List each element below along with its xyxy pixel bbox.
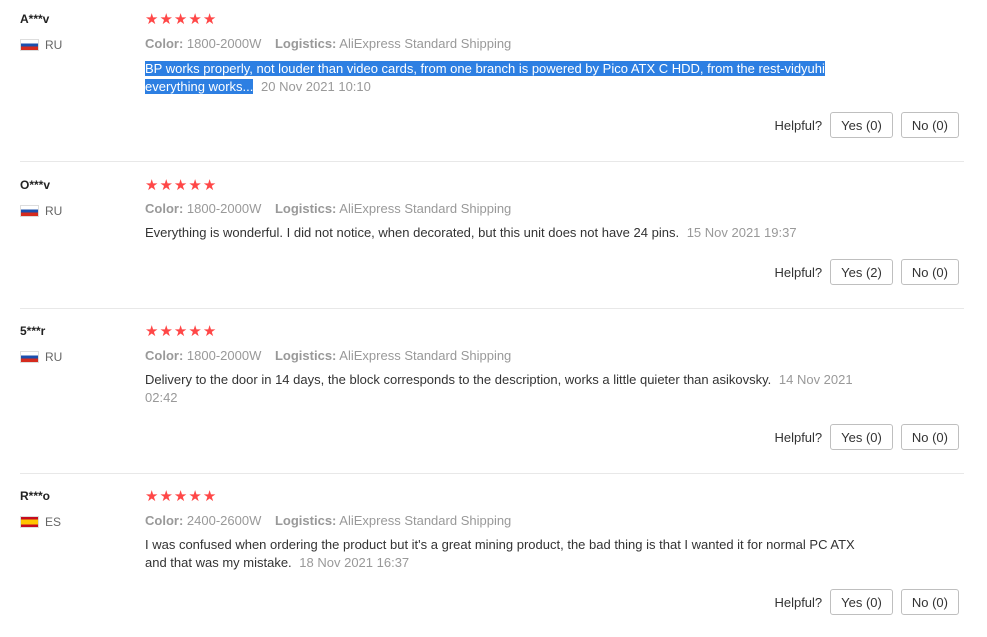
review-text-body: Everything is wonderful. I did not notic… [145,225,680,240]
divider [20,161,964,162]
star-icon: ★ [173,177,188,194]
star-icon: ★ [188,323,202,340]
star-icon: ★ [173,11,188,28]
reviewer-name: A***v [20,12,50,26]
logistics-value: AliExpress Standard Shipping [339,201,512,216]
review-meta: Color: 1800-2000W Logistics: AliExpress … [145,36,521,51]
helpful-label: Helpful? [774,117,823,133]
review-text-body: Delivery to the door in 14 days, the blo… [145,372,772,387]
divider [20,308,964,309]
star-icon: ★ [145,488,159,505]
russia-flag-icon [20,39,39,51]
country-code: RU [45,204,63,218]
star-icon: ★ [159,323,173,340]
helpful-yes-button[interactable]: Yes (0) [830,112,893,138]
reviewer-country: ES [20,515,61,529]
review-text: I was confused when ordering the product… [145,536,865,572]
star-icon: ★ [159,11,173,28]
review-meta: Color: 2400-2600W Logistics: AliExpress … [145,513,521,528]
helpful-controls: Helpful? Yes (0) No (0) [774,424,959,450]
reviewer-name: R***o [20,489,51,503]
rating-stars: ★ ★ ★ ★ ★ [145,489,216,504]
star-icon: ★ [159,177,173,194]
color-value: 1800-2000W [186,36,262,51]
star-icon: ★ [173,488,188,505]
star-icon: ★ [202,323,217,340]
logistics-value: AliExpress Standard Shipping [339,513,512,528]
helpful-controls: Helpful? Yes (2) No (0) [774,259,959,285]
helpful-no-button[interactable]: No (0) [900,589,959,615]
review-text-line: BP works properly, not louder than video… [145,61,825,76]
review-text: Everything is wonderful. I did not notic… [145,224,865,242]
color-value: 2400-2600W [186,513,262,528]
helpful-no-button[interactable]: No (0) [900,424,959,450]
helpful-label: Helpful? [774,594,823,610]
helpful-controls: Helpful? Yes (0) No (0) [774,589,959,615]
review-date: 20 Nov 2021 10:10 [261,79,371,94]
reviewer-name: 5***r [20,324,46,338]
helpful-yes-button[interactable]: Yes (2) [830,259,893,285]
review-text-line: everything works... [145,79,254,94]
star-icon: ★ [159,488,173,505]
color-label: Color: [145,36,184,51]
spain-flag-icon [20,516,39,528]
country-code: ES [45,515,62,529]
logistics-value: AliExpress Standard Shipping [339,36,512,51]
russia-flag-icon [20,351,39,363]
star-icon: ★ [145,11,159,28]
color-label: Color: [145,348,184,363]
color-label: Color: [145,513,184,528]
star-icon: ★ [202,11,217,28]
star-icon: ★ [202,488,217,505]
review-meta: Color: 1800-2000W Logistics: AliExpress … [145,348,521,363]
rating-stars: ★ ★ ★ ★ ★ [145,12,216,27]
logistics-label: Logistics: [274,348,337,363]
rating-stars: ★ ★ ★ ★ ★ [145,178,216,193]
helpful-no-button[interactable]: No (0) [900,259,959,285]
star-icon: ★ [188,11,202,28]
reviewer-country: RU [20,204,62,218]
logistics-label: Logistics: [274,201,337,216]
review-text: Delivery to the door in 14 days, the blo… [145,371,865,407]
helpful-controls: Helpful? Yes (0) No (0) [774,112,959,138]
review-date: 18 Nov 2021 16:37 [299,555,410,570]
star-icon: ★ [188,488,202,505]
helpful-label: Helpful? [774,429,823,445]
reviewer-country: RU [20,38,62,52]
star-icon: ★ [202,177,217,194]
logistics-label: Logistics: [274,36,337,51]
review-meta: Color: 1800-2000W Logistics: AliExpress … [145,201,521,216]
color-value: 1800-2000W [186,348,262,363]
star-icon: ★ [145,323,159,340]
logistics-label: Logistics: [274,513,337,528]
review-date: 15 Nov 2021 19:37 [686,225,797,240]
review-text-body: I was confused when ordering the product… [145,537,855,570]
reviewer-country: RU [20,350,62,364]
helpful-yes-button[interactable]: Yes (0) [830,424,893,450]
reviewer-name: O***v [20,178,51,192]
star-icon: ★ [188,177,202,194]
star-icon: ★ [145,177,159,194]
helpful-no-button[interactable]: No (0) [900,112,959,138]
rating-stars: ★ ★ ★ ★ ★ [145,324,216,339]
country-code: RU [45,350,63,364]
russia-flag-icon [20,205,39,217]
color-value: 1800-2000W [186,201,262,216]
star-icon: ★ [173,323,188,340]
review-text: BP works properly, not louder than video… [145,60,865,96]
logistics-value: AliExpress Standard Shipping [339,348,512,363]
color-label: Color: [145,201,184,216]
helpful-yes-button[interactable]: Yes (0) [830,589,893,615]
country-code: RU [45,38,63,52]
divider [20,473,964,474]
helpful-label: Helpful? [774,264,823,280]
